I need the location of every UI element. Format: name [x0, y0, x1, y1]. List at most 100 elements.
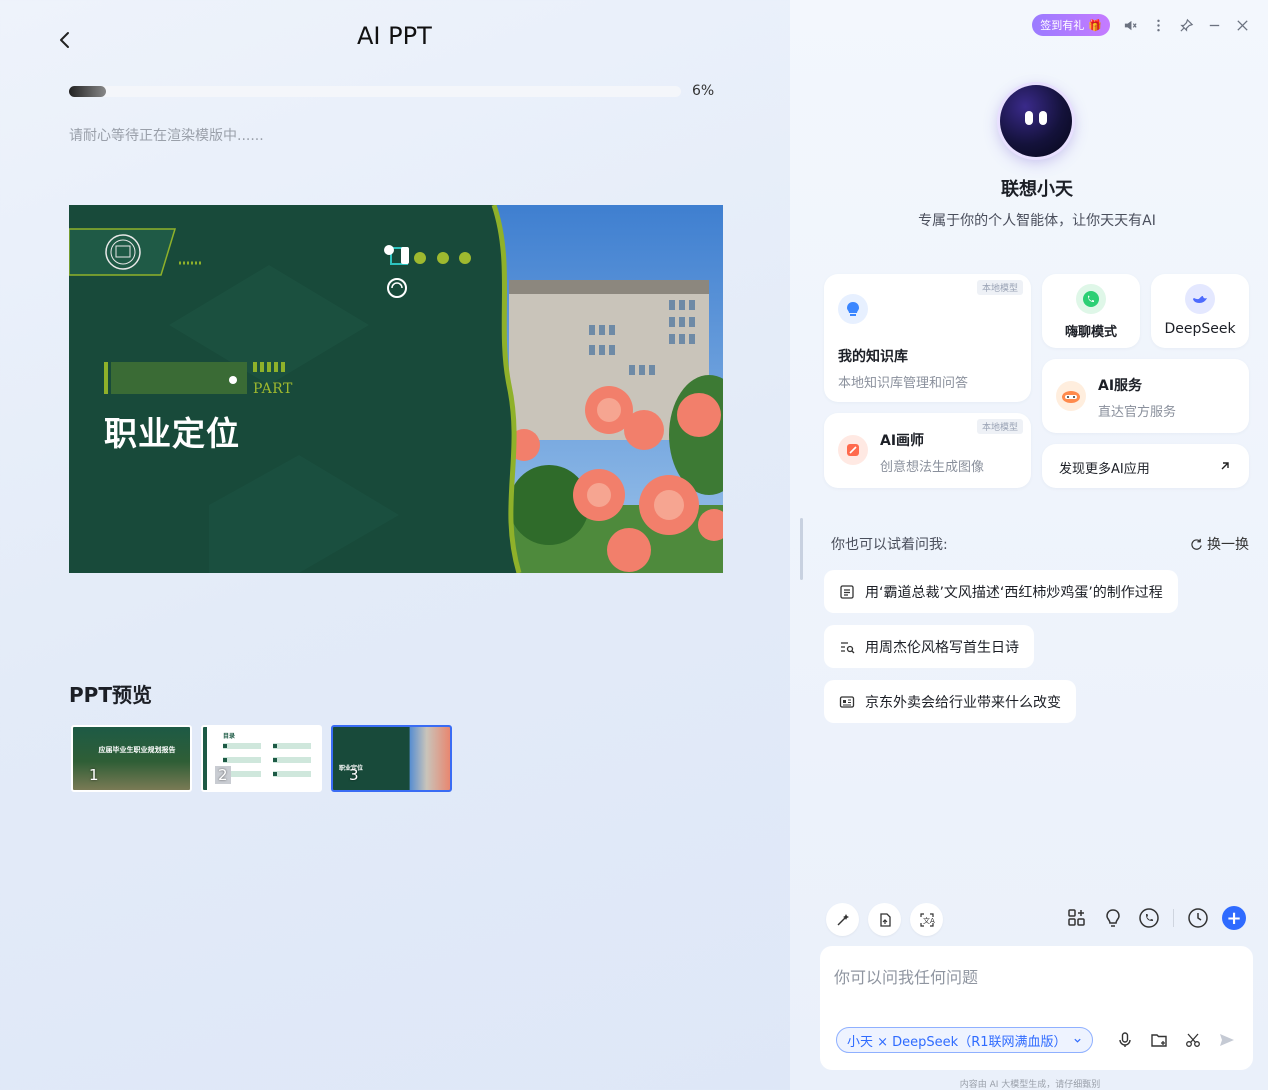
close-icon[interactable] [1234, 17, 1250, 33]
discover-more-apps-card[interactable]: 发现更多AI应用 [1042, 444, 1249, 488]
slide-artwork [69, 205, 723, 573]
clock-icon [1188, 908, 1208, 928]
thumbnail-number: 3 [349, 766, 359, 784]
pane-resize-handle[interactable] [800, 518, 803, 580]
mute-icon[interactable] [1122, 17, 1138, 33]
search-list-icon [841, 641, 855, 653]
ai-painter-desc: 创意想法生成图像 [880, 460, 985, 475]
translate-icon: 文A [919, 912, 935, 927]
knowledge-base-desc: 本地知识库管理和问答 [838, 376, 969, 391]
assistant-subtitle: 专属于你的个人智能体，让你天天有AI [918, 213, 1156, 229]
render-status-text: 请耐心等待正在渲染模版中...... [69, 128, 264, 144]
voice-call-button[interactable] [1137, 906, 1161, 930]
attach-folder-button[interactable] [1149, 1030, 1169, 1050]
thumbnail-number: 2 [215, 766, 231, 784]
progress-bar [69, 86, 681, 97]
microphone-icon [1119, 1032, 1131, 1047]
ai-service-card[interactable]: AI服务 直达官方服务 [1042, 359, 1249, 433]
assistant-avatar [997, 82, 1075, 160]
suggestion-text: 用‘霸道总裁’文风描述‘西红柿炒鸡蛋’的制作过程 [865, 584, 1163, 601]
suggestion-item[interactable]: 用周杰伦风格写首生日诗 [824, 625, 1034, 668]
refresh-suggestions-button[interactable]: 换一换 [1190, 534, 1249, 554]
deepseek-whale-icon [1185, 284, 1215, 314]
svg-text:文A: 文A [923, 916, 935, 925]
slide-title: 职业定位 [104, 414, 240, 453]
back-button[interactable] [54, 28, 76, 52]
refresh-label: 换一换 [1207, 537, 1249, 553]
discover-more-title: 发现更多AI应用 [1059, 462, 1150, 477]
chevron-down-icon [1073, 1038, 1081, 1043]
folder-add-icon [1151, 1034, 1167, 1047]
apps-grid-icon [1068, 909, 1085, 926]
input-tools-left: 文A [826, 903, 943, 936]
thumbnail-number: 1 [89, 766, 99, 784]
suggestion-item[interactable]: 用‘霸道总裁’文风描述‘西红柿炒鸡蛋’的制作过程 [824, 570, 1178, 613]
deepseek-title: DeepSeek [1164, 321, 1236, 337]
thumbnail-title: 应届毕业生职业规划报告 [98, 745, 176, 754]
document-icon [840, 584, 854, 599]
slide-thumbnail-2[interactable]: 目录 2 [201, 725, 322, 792]
chevron-left-icon [60, 32, 69, 48]
model-selector-label: 小天 × DeepSeek（R1联网满血版） [847, 1034, 1067, 1050]
apps-grid-button[interactable] [1065, 906, 1089, 930]
more-options-icon[interactable] [1150, 17, 1166, 33]
scissors-icon [1186, 1033, 1200, 1047]
new-chat-button[interactable]: + [1222, 906, 1246, 930]
minimize-icon[interactable] [1206, 17, 1222, 33]
send-icon [1220, 1034, 1234, 1046]
suggestion-text: 用周杰伦风格写首生日诗 [865, 639, 1019, 656]
ai-service-title: AI服务 [1098, 378, 1143, 394]
slide-preview: PART 职业定位 [69, 205, 723, 573]
idea-button[interactable] [1101, 906, 1125, 930]
slide-thumbnail-3[interactable]: 职业定位 3 [331, 725, 452, 792]
slide-photo [494, 205, 723, 573]
suggestions-label: 你也可以试着问我: [831, 537, 948, 553]
chat-mode-title: 嗨聊模式 [1064, 325, 1117, 340]
gift-icon: 🎁 [1088, 18, 1102, 32]
chat-composer: 小天 × DeepSeek（R1联网满血版） [820, 946, 1253, 1070]
paint-icon [838, 435, 868, 465]
lightbulb-icon [838, 294, 868, 324]
page-title: AI PPT [357, 22, 432, 50]
suggestion-text: 京东外卖会给行业带来什么改变 [865, 694, 1061, 711]
magic-wand-button[interactable] [826, 903, 859, 936]
news-icon [839, 695, 855, 708]
ppt-preview-heading: PPT预览 [69, 683, 152, 707]
chat-mode-card[interactable]: 嗨聊模式 [1042, 274, 1140, 348]
input-tools-right: + [1065, 906, 1246, 930]
file-upload-icon [879, 912, 891, 927]
service-robot-icon [1056, 381, 1086, 411]
phone-icon [1139, 908, 1159, 928]
ai-painter-title: AI画师 [880, 433, 925, 449]
slide-part-label: PART [253, 381, 293, 397]
plus-icon: + [1226, 907, 1242, 929]
doc-summary-button[interactable] [868, 903, 901, 936]
knowledge-base-title: 我的知识库 [838, 349, 908, 365]
ai-service-desc: 直达官方服务 [1098, 405, 1177, 420]
model-selector[interactable]: 小天 × DeepSeek（R1联网满血版） [836, 1027, 1093, 1053]
progress-fill [69, 86, 106, 97]
microphone-button[interactable] [1115, 1030, 1135, 1050]
lightbulb-outline-icon [1106, 909, 1120, 927]
translate-button[interactable]: 文A [910, 903, 943, 936]
phone-chat-icon [1076, 284, 1106, 314]
knowledge-base-card[interactable]: 本地模型 我的知识库 本地知识库管理和问答 [824, 274, 1031, 402]
assistant-name: 联想小天 [1001, 179, 1073, 200]
composer-actions [1115, 1030, 1237, 1050]
chat-input[interactable] [834, 964, 1234, 1004]
slide-thumbnails: 应届毕业生职业规划报告 1 目录 2 职业定位 3 [71, 725, 452, 792]
checkin-label: 签到有礼 [1040, 19, 1085, 32]
send-button[interactable] [1217, 1030, 1237, 1050]
ai-painter-card[interactable]: 本地模型 AI画师 创意想法生成图像 [824, 413, 1031, 488]
checkin-gift-button[interactable]: 签到有礼 🎁 [1032, 14, 1110, 36]
history-button[interactable] [1186, 906, 1210, 930]
assistant-pane: 签到有礼 🎁 联想小天 专属于你的个人智能体，让你天天有AI 本地模型 我的知识… [790, 0, 1268, 1090]
pin-icon[interactable] [1178, 17, 1194, 33]
slide-thumbnail-1[interactable]: 应届毕业生职业规划报告 1 [71, 725, 192, 792]
deepseek-card[interactable]: DeepSeek [1151, 274, 1249, 348]
local-model-tag: 本地模型 [976, 280, 1023, 295]
screenshot-button[interactable] [1183, 1030, 1203, 1050]
ai-disclaimer: 内容由 AI 大模型生成，请仔细甄别 [959, 1080, 1101, 1090]
window-toolbar: 签到有礼 🎁 [1032, 14, 1250, 36]
suggestion-item[interactable]: 京东外卖会给行业带来什么改变 [824, 680, 1076, 723]
